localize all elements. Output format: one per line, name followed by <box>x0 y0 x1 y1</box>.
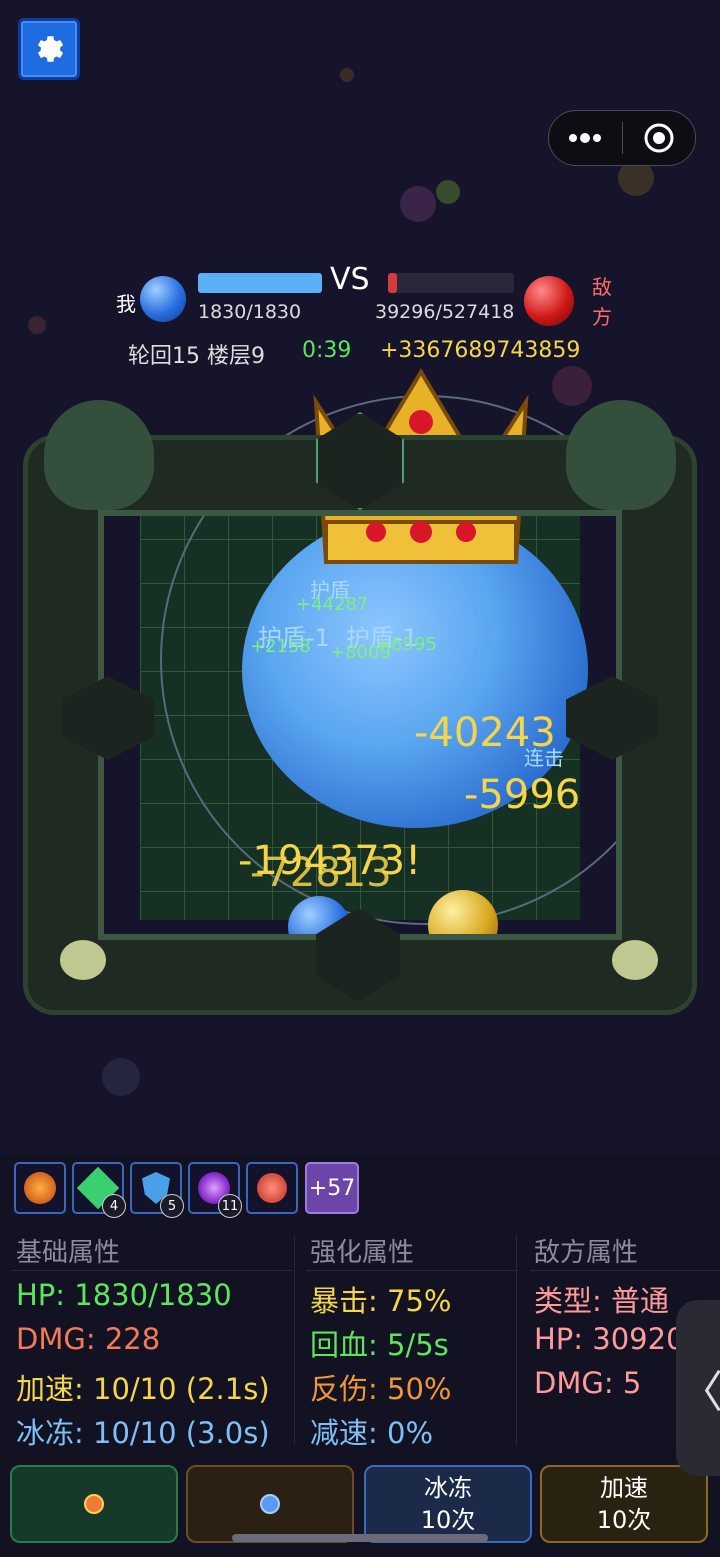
enemy-dmg: DMG: 5 <box>534 1366 642 1400</box>
me-label: 我 <box>116 292 136 316</box>
more-dots-icon <box>569 133 602 143</box>
gear-icon <box>37 36 64 62</box>
cycle-floor: 轮回15 楼层9 <box>128 344 265 369</box>
stat-freeze: 冰冻: 10/10 (3.0s) <box>16 1416 270 1450</box>
attack-skill-button[interactable] <box>10 1465 178 1543</box>
skill-slot-purple-vortex[interactable]: 11 <box>188 1162 242 1218</box>
stat-hp: HP: 1830/1830 <box>16 1278 232 1312</box>
skill-slot-blue-shield[interactable]: 5 <box>130 1162 184 1218</box>
octopus-ornament-left <box>44 400 154 510</box>
enemy-hp: HP: 30920 <box>534 1322 685 1356</box>
floating-heal-text: +44287 <box>296 594 369 615</box>
decor-orb <box>552 366 592 406</box>
target-close-icon <box>644 123 674 153</box>
header-divider <box>530 1270 720 1271</box>
header-divider <box>306 1270 518 1271</box>
my-hp-bar <box>198 273 322 293</box>
speed-button-label: 加速 <box>600 1474 648 1502</box>
floating-combo-text: 连击 <box>524 746 564 770</box>
close-miniprogram-button[interactable] <box>623 111 696 165</box>
enemy-label: 敌方 <box>592 275 612 329</box>
speed-button[interactable]: 加速 10次 <box>540 1465 708 1543</box>
more-menu-button[interactable] <box>549 111 622 165</box>
stat-slow: 减速: 0% <box>310 1416 433 1450</box>
decor-orb <box>400 186 436 222</box>
freeze-button[interactable]: 冰冻 10次 <box>364 1465 532 1543</box>
column-divider <box>294 1236 295 1444</box>
decor-orb <box>28 316 46 334</box>
orb-small-icon <box>260 1494 280 1514</box>
decor-orb <box>340 68 354 82</box>
enemy-stats-title: 敌方属性 <box>534 1238 639 1268</box>
monster-eye-right <box>612 940 658 980</box>
stat-crit: 暴击: 75% <box>310 1284 452 1318</box>
basic-stats-title: 基础属性 <box>16 1238 121 1268</box>
stat-regen: 回血: 5/5s <box>310 1328 449 1362</box>
more-skills-button[interactable]: +57 <box>305 1162 359 1214</box>
settings-button[interactable] <box>18 18 80 80</box>
freeze-button-label: 冰冻 <box>424 1474 472 1502</box>
floating-damage-text: -5996 <box>464 772 581 818</box>
enemy-hp-bar-fill <box>388 273 398 293</box>
freeze-button-count: 10次 <box>420 1506 476 1534</box>
home-indicator <box>232 1534 488 1542</box>
floating-heal-text: +2158 <box>250 636 311 657</box>
skill-slot-fire-dragon[interactable] <box>14 1162 66 1214</box>
vs-label: VS <box>330 262 370 297</box>
header-divider <box>12 1270 292 1271</box>
shield-skill-button[interactable] <box>186 1465 354 1543</box>
column-divider <box>516 1236 517 1444</box>
octopus-ornament-right <box>566 400 676 510</box>
floating-damage-text: -72813 <box>250 850 392 896</box>
skill-count-badge: 4 <box>102 1194 126 1218</box>
decor-orb <box>102 1058 140 1096</box>
stat-speed: 加速: 10/10 (2.1s) <box>16 1372 270 1406</box>
side-drawer-tab[interactable]: 〈 <box>676 1300 720 1476</box>
battle-timer: 0:39 <box>302 338 352 363</box>
skill-count-badge: 11 <box>218 1194 242 1218</box>
monster-eye-left <box>60 940 106 980</box>
stat-reflect: 反伤: 50% <box>310 1372 452 1406</box>
enemy-type: 类型: 普通 <box>534 1284 669 1318</box>
skill-count-badge: 5 <box>160 1194 184 1218</box>
enemy-hp-bar <box>388 273 514 293</box>
enhanced-stats-title: 强化属性 <box>310 1238 415 1268</box>
skill-slot-green-crystal[interactable]: 4 <box>72 1162 126 1218</box>
my-hp-text: 1830/1830 <box>198 301 302 323</box>
red-rose-icon <box>257 1173 287 1203</box>
miniprogram-capsule <box>548 110 696 166</box>
gold-gain: +3367689743859 <box>380 338 581 363</box>
floating-heal-text: +6595 <box>376 634 437 655</box>
speed-button-count: 10次 <box>596 1506 652 1534</box>
enemy-hp-text: 39296/527418 <box>375 301 515 323</box>
target-small-icon <box>84 1494 104 1514</box>
enemy-orb-icon <box>524 276 574 326</box>
decor-orb <box>436 180 460 204</box>
fire-dragon-icon <box>24 1172 56 1204</box>
stat-dmg: DMG: 228 <box>16 1322 161 1356</box>
skill-slot-red-rose[interactable] <box>246 1162 298 1214</box>
my-orb-icon <box>140 276 186 322</box>
